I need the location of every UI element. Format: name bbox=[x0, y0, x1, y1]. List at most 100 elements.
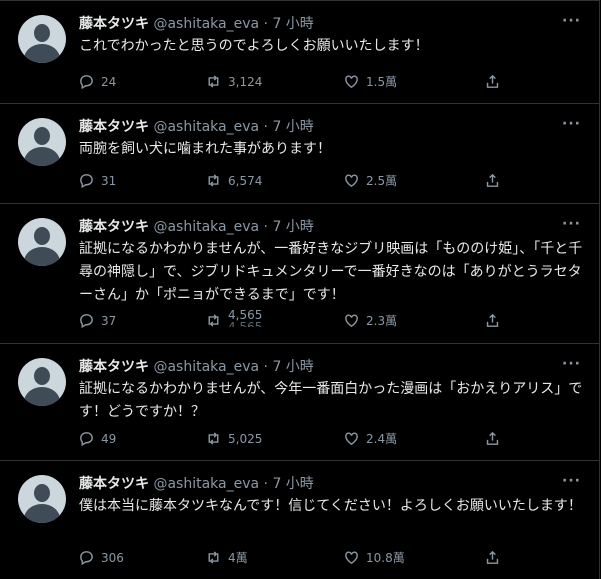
separator: · bbox=[263, 359, 268, 375]
avatar[interactable] bbox=[18, 118, 66, 166]
share-button[interactable] bbox=[484, 172, 501, 189]
reply-button[interactable]: 49 bbox=[78, 430, 116, 447]
like-count: 2.3萬 bbox=[366, 314, 398, 328]
like-button[interactable]: 10.8萬 bbox=[343, 549, 405, 566]
retweet-count-next: 4,565 bbox=[228, 321, 262, 327]
reply-button[interactable]: 31 bbox=[78, 172, 116, 189]
timestamp[interactable]: 7 小時 bbox=[272, 219, 313, 235]
more-icon[interactable]: ··· bbox=[562, 473, 581, 489]
reply-count: 31 bbox=[101, 173, 117, 188]
tweet[interactable]: 藤本タツキ @ashitaka_eva · 7 小時 ··· 証拠になるかわかり… bbox=[0, 343, 600, 460]
more-icon[interactable]: ··· bbox=[562, 13, 581, 29]
like-button[interactable]: 1.5萬 bbox=[343, 73, 397, 90]
retweet-count: 3,124 bbox=[228, 74, 263, 89]
more-icon[interactable]: ··· bbox=[562, 116, 581, 132]
reply-icon bbox=[80, 551, 93, 566]
share-button[interactable] bbox=[484, 549, 501, 566]
tweet[interactable]: 藤本タツキ @ashitaka_eva · 7 小時 ··· これでわかったと思… bbox=[0, 0, 600, 103]
share-icon bbox=[486, 431, 499, 445]
author-name[interactable]: 藤本タツキ bbox=[79, 119, 149, 135]
retweet-count: 4萬 bbox=[228, 551, 248, 565]
heart-icon bbox=[345, 75, 358, 89]
retweet-button[interactable]: 3,124 bbox=[205, 73, 262, 90]
like-count: 2.5萬 bbox=[366, 174, 398, 188]
timestamp[interactable]: 7 小時 bbox=[272, 16, 313, 32]
reply-icon bbox=[80, 432, 93, 447]
timestamp[interactable]: 7 小時 bbox=[272, 119, 313, 135]
reply-count: 49 bbox=[101, 431, 117, 446]
tweet[interactable]: 藤本タツキ @ashitaka_eva · 7 小時 ··· 僕は本当に藤本タツ… bbox=[0, 460, 600, 579]
author-name[interactable]: 藤本タツキ bbox=[79, 359, 149, 375]
avatar[interactable] bbox=[18, 358, 66, 406]
author-name[interactable]: 藤本タツキ bbox=[79, 16, 149, 32]
retweet-count-animating: 4,565 4,565 bbox=[228, 309, 262, 327]
timestamp[interactable]: 7 小時 bbox=[272, 359, 313, 375]
tweet-header: 藤本タツキ @ashitaka_eva · 7 小時 bbox=[79, 13, 314, 33]
retweet-icon bbox=[208, 174, 219, 187]
tweet-actions: 31 6,574 2.5萬 bbox=[70, 172, 510, 192]
retweet-button[interactable]: 4萬 bbox=[205, 549, 248, 566]
author-handle[interactable]: @ashitaka_eva bbox=[153, 219, 259, 235]
heart-icon bbox=[345, 432, 358, 446]
reply-button[interactable]: 24 bbox=[78, 73, 116, 90]
retweet-icon bbox=[208, 432, 219, 445]
retweet-icon bbox=[208, 75, 219, 88]
timeline: 藤本タツキ @ashitaka_eva · 7 小時 ··· これでわかったと思… bbox=[0, 0, 601, 579]
like-count: 10.8萬 bbox=[366, 551, 405, 565]
like-button[interactable]: 2.4萬 bbox=[343, 430, 397, 447]
tweet-header: 藤本タツキ @ashitaka_eva · 7 小時 bbox=[79, 216, 314, 236]
author-handle[interactable]: @ashitaka_eva bbox=[153, 119, 259, 135]
tweet-text: 僕は本当に藤本タツキなんです！信じてください！よろしくお願いいたします！ bbox=[79, 498, 582, 514]
like-count: 2.4萬 bbox=[366, 432, 398, 446]
timestamp[interactable]: 7 小時 bbox=[272, 476, 313, 492]
like-button[interactable]: 2.5萬 bbox=[343, 172, 397, 189]
share-icon bbox=[486, 74, 499, 88]
author-name[interactable]: 藤本タツキ bbox=[79, 476, 149, 492]
tweet[interactable]: 藤本タツキ @ashitaka_eva · 7 小時 ··· 証拠になるかわかり… bbox=[0, 203, 600, 343]
reply-count: 306 bbox=[101, 550, 124, 565]
more-icon[interactable]: ··· bbox=[562, 356, 581, 372]
heart-icon bbox=[345, 314, 358, 328]
reply-count: 24 bbox=[101, 74, 117, 89]
reply-icon bbox=[80, 75, 93, 90]
tweet-actions: 24 3,124 1.5萬 bbox=[70, 73, 510, 93]
tweet-text: 証拠になるかわかりませんが、一番好きなジブリ映画は「もののけ姫」、「千と千尋の神… bbox=[79, 241, 583, 303]
tweet-header: 藤本タツキ @ashitaka_eva · 7 小時 bbox=[79, 116, 314, 136]
tweet-actions: 49 5,025 2.4萬 bbox=[70, 430, 510, 450]
author-handle[interactable]: @ashitaka_eva bbox=[153, 359, 259, 375]
heart-icon bbox=[345, 551, 358, 565]
author-handle[interactable]: @ashitaka_eva bbox=[153, 16, 259, 32]
retweet-count: 6,574 bbox=[228, 173, 263, 188]
tweet-text: 両腕を飼い犬に噛まれた事があります！ bbox=[79, 141, 331, 157]
tweet-header: 藤本タツキ @ashitaka_eva · 7 小時 bbox=[79, 473, 314, 493]
separator: · bbox=[263, 16, 268, 32]
retweet-button[interactable]: 4,565 4,565 bbox=[205, 309, 262, 329]
heart-icon bbox=[345, 174, 358, 188]
avatar[interactable] bbox=[18, 15, 66, 63]
retweet-icon bbox=[208, 314, 219, 327]
share-icon bbox=[486, 550, 499, 564]
retweet-button[interactable]: 5,025 bbox=[205, 430, 262, 447]
like-button[interactable]: 2.3萬 bbox=[343, 312, 397, 329]
more-icon[interactable]: ··· bbox=[562, 216, 581, 232]
tweet[interactable]: 藤本タツキ @ashitaka_eva · 7 小時 ··· 両腕を飼い犬に噛ま… bbox=[0, 103, 600, 203]
reply-button[interactable]: 306 bbox=[78, 549, 124, 566]
avatar[interactable] bbox=[18, 218, 66, 266]
reply-button[interactable]: 37 bbox=[78, 312, 116, 329]
retweet-button[interactable]: 6,574 bbox=[205, 172, 262, 189]
avatar[interactable] bbox=[18, 475, 66, 523]
tweet-text: これでわかったと思うのでよろしくお願いいたします！ bbox=[79, 38, 429, 54]
share-button[interactable] bbox=[484, 430, 501, 447]
share-button[interactable] bbox=[484, 73, 501, 90]
separator: · bbox=[263, 219, 268, 235]
tweet-header: 藤本タツキ @ashitaka_eva · 7 小時 bbox=[79, 356, 314, 376]
reply-icon bbox=[80, 314, 93, 329]
like-count: 1.5萬 bbox=[366, 75, 398, 89]
author-name[interactable]: 藤本タツキ bbox=[79, 219, 149, 235]
author-handle[interactable]: @ashitaka_eva bbox=[153, 476, 259, 492]
separator: · bbox=[263, 476, 268, 492]
separator: · bbox=[263, 119, 268, 135]
retweet-count: 5,025 bbox=[228, 431, 263, 446]
share-button[interactable] bbox=[484, 312, 501, 329]
tweet-actions: 306 4萬 10.8萬 bbox=[70, 549, 510, 569]
